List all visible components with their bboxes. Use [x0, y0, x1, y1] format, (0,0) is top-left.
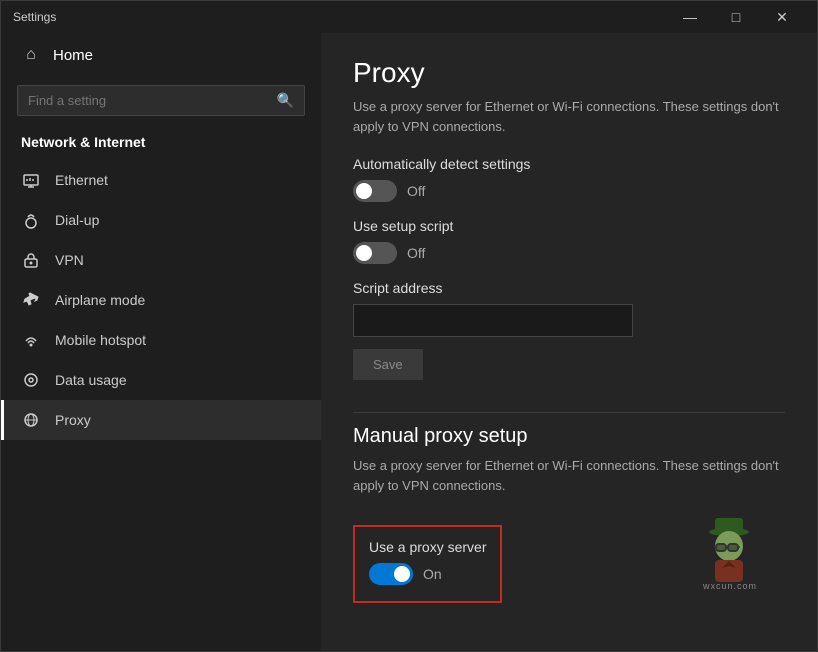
search-box[interactable]: 🔍: [17, 85, 305, 116]
dialup-label: Dial-up: [55, 212, 99, 228]
setup-script-label: Use setup script: [353, 218, 785, 234]
sidebar-section-label: Network & Internet: [1, 128, 321, 160]
ethernet-label: Ethernet: [55, 172, 108, 188]
home-icon: ⌂: [21, 45, 41, 65]
window-controls: — □ ✕: [667, 1, 805, 33]
page-title: Proxy: [353, 57, 785, 89]
datausage-icon: [21, 370, 41, 390]
hotspot-icon: [21, 330, 41, 350]
auto-detect-label: Automatically detect settings: [353, 156, 785, 172]
setup-script-toggle[interactable]: [353, 242, 397, 264]
sidebar-item-vpn[interactable]: VPN: [1, 240, 321, 280]
auto-detect-state: Off: [407, 183, 425, 199]
auto-detect-toggle[interactable]: [353, 180, 397, 202]
sidebar-item-ethernet[interactable]: Ethernet: [1, 160, 321, 200]
datausage-label: Data usage: [55, 372, 127, 388]
main-content: Proxy Use a proxy server for Ethernet or…: [321, 33, 817, 651]
use-proxy-label: Use a proxy server: [369, 539, 486, 555]
window-title: Settings: [13, 10, 667, 24]
proxy-label: Proxy: [55, 412, 91, 428]
search-icon: 🔍: [277, 92, 294, 109]
search-input[interactable]: [28, 93, 277, 108]
spy-svg: [702, 512, 757, 582]
setup-script-row: Off: [353, 242, 785, 264]
home-label: Home: [53, 47, 93, 64]
proxy-icon: [21, 410, 41, 430]
maximize-button[interactable]: □: [713, 1, 759, 33]
hotspot-label: Mobile hotspot: [55, 332, 146, 348]
use-proxy-toggle[interactable]: [369, 563, 413, 585]
vpn-label: VPN: [55, 252, 84, 268]
content-area: ⌂ Home 🔍 Network & Internet: [1, 33, 817, 651]
script-address-label: Script address: [353, 280, 785, 296]
settings-window: Settings — □ ✕ ⌂ Home 🔍 Network & Intern…: [0, 0, 818, 652]
sidebar-item-datausage[interactable]: Data usage: [1, 360, 321, 400]
close-button[interactable]: ✕: [759, 1, 805, 33]
auto-detect-row: Off: [353, 180, 785, 202]
dialup-icon: [21, 210, 41, 230]
ethernet-icon: [21, 170, 41, 190]
title-bar: Settings — □ ✕: [1, 1, 817, 33]
sidebar-item-airplane[interactable]: Airplane mode: [1, 280, 321, 320]
sidebar-item-home[interactable]: ⌂ Home: [1, 33, 321, 77]
save-button[interactable]: Save: [353, 349, 423, 380]
use-proxy-state: On: [423, 566, 442, 582]
watermark-text: wxcun.com: [702, 581, 757, 591]
section-divider: [353, 412, 785, 413]
setup-script-state: Off: [407, 245, 425, 261]
airplane-label: Airplane mode: [55, 292, 145, 308]
sidebar-item-dialup[interactable]: Dial-up: [1, 200, 321, 240]
use-proxy-row: On: [369, 563, 486, 585]
sidebar-item-hotspot[interactable]: Mobile hotspot: [1, 320, 321, 360]
watermark: wxcun.com: [702, 512, 757, 591]
manual-proxy-desc: Use a proxy server for Ethernet or Wi-Fi…: [353, 456, 785, 495]
auto-detect-desc: Use a proxy server for Ethernet or Wi-Fi…: [353, 97, 785, 136]
manual-proxy-title: Manual proxy setup: [353, 425, 785, 448]
vpn-icon: [21, 250, 41, 270]
script-address-input[interactable]: [353, 304, 633, 337]
minimize-button[interactable]: —: [667, 1, 713, 33]
spy-figure: [702, 512, 757, 577]
sidebar-item-proxy[interactable]: Proxy: [1, 400, 321, 440]
airplane-icon: [21, 290, 41, 310]
proxy-server-box: Use a proxy server On: [353, 525, 502, 603]
sidebar: ⌂ Home 🔍 Network & Internet: [1, 33, 321, 651]
